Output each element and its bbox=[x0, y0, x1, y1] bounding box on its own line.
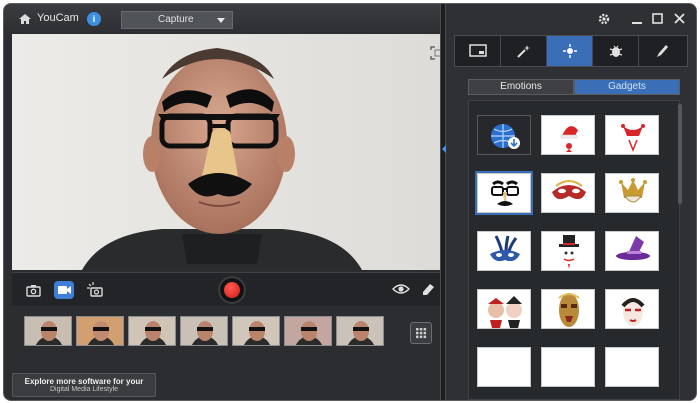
preview-image bbox=[12, 34, 440, 270]
gadget-gallery bbox=[468, 100, 680, 400]
bug-icon bbox=[609, 45, 623, 57]
gadget-harlequins[interactable] bbox=[477, 289, 531, 329]
tab-effects[interactable] bbox=[501, 36, 547, 66]
gallery-scrollbar[interactable] bbox=[678, 104, 682, 204]
media-thumbnail[interactable] bbox=[76, 316, 124, 346]
tab-distortion[interactable] bbox=[593, 36, 639, 66]
captured-media-strip bbox=[12, 306, 440, 366]
burst-camera-icon bbox=[87, 282, 103, 297]
tab-emotions[interactable]: Emotions bbox=[468, 79, 574, 95]
promo-line-2: Digital Media Lifestyle bbox=[49, 386, 119, 393]
media-thumbnail[interactable] bbox=[336, 316, 384, 346]
chevron-down-icon bbox=[217, 18, 225, 23]
gadget-witch-hat[interactable] bbox=[605, 231, 659, 271]
media-thumbnail[interactable] bbox=[180, 316, 228, 346]
app-title: YouCam bbox=[37, 12, 79, 24]
eraser-icon[interactable] bbox=[420, 281, 436, 302]
youcam-window: YouCam i Capture Explore more software f… bbox=[4, 4, 696, 400]
effects-toolbar bbox=[454, 35, 688, 67]
effects-panel: Emotions Gadgets bbox=[446, 4, 696, 400]
promo-button[interactable]: Explore more software for your Digital M… bbox=[12, 373, 156, 397]
tab-draw[interactable] bbox=[639, 36, 685, 66]
media-thumbnail[interactable] bbox=[284, 316, 332, 346]
library-grid-button[interactable] bbox=[410, 322, 432, 344]
gadget-venetian-mask[interactable] bbox=[541, 173, 595, 213]
camera-mode-button[interactable] bbox=[24, 281, 44, 299]
maximize-icon[interactable] bbox=[652, 13, 663, 27]
gadget-feather-mask[interactable] bbox=[477, 231, 531, 271]
magic-wand-icon bbox=[517, 45, 530, 58]
gadget-item[interactable] bbox=[541, 347, 595, 387]
media-thumbnail[interactable] bbox=[128, 316, 176, 346]
download-more-gadgets-button[interactable] bbox=[477, 115, 531, 155]
webcam-preview[interactable] bbox=[12, 34, 440, 270]
mode-select-value: Capture bbox=[158, 14, 194, 25]
gadget-item[interactable] bbox=[477, 347, 531, 387]
gadget-groucho-glasses[interactable] bbox=[477, 173, 531, 213]
burst-mode-button[interactable] bbox=[86, 281, 106, 299]
grid-icon bbox=[416, 328, 427, 339]
category-tabs: Emotions Gadgets bbox=[468, 79, 680, 95]
promo-line-1: Explore more software for your bbox=[24, 377, 144, 386]
tab-avatars[interactable] bbox=[547, 36, 593, 66]
sparkle-face-icon bbox=[563, 44, 577, 58]
gadget-top-hat-face[interactable] bbox=[541, 231, 595, 271]
gadget-jester-hat[interactable] bbox=[605, 115, 659, 155]
camera-icon bbox=[26, 285, 41, 297]
globe-download-icon bbox=[491, 124, 520, 149]
home-icon[interactable] bbox=[18, 12, 32, 30]
video-mode-button[interactable] bbox=[54, 281, 74, 299]
gadget-tribal-mask[interactable] bbox=[541, 289, 595, 329]
record-button[interactable] bbox=[218, 276, 246, 304]
settings-gear-icon[interactable] bbox=[598, 13, 610, 28]
title-bar: YouCam i Capture bbox=[4, 4, 440, 34]
brush-icon bbox=[657, 45, 668, 57]
gadget-jester-mask[interactable] bbox=[605, 173, 659, 213]
media-thumbnail[interactable] bbox=[232, 316, 280, 346]
info-icon[interactable]: i bbox=[87, 12, 101, 26]
tab-gadgets[interactable]: Gadgets bbox=[574, 79, 680, 95]
record-icon bbox=[224, 282, 240, 298]
gadget-item[interactable] bbox=[605, 347, 659, 387]
mode-select[interactable]: Capture bbox=[121, 11, 233, 29]
gadget-geisha-mask[interactable] bbox=[605, 289, 659, 329]
eye-icon[interactable] bbox=[392, 282, 410, 301]
frame-icon bbox=[469, 44, 487, 57]
capture-controls bbox=[12, 272, 440, 306]
gadget-santa-hat[interactable] bbox=[541, 115, 595, 155]
media-thumbnail[interactable] bbox=[24, 316, 72, 346]
tab-frames[interactable] bbox=[455, 36, 501, 66]
close-icon[interactable] bbox=[674, 13, 685, 27]
video-camera-icon bbox=[58, 286, 71, 294]
minimize-icon[interactable] bbox=[632, 13, 642, 28]
